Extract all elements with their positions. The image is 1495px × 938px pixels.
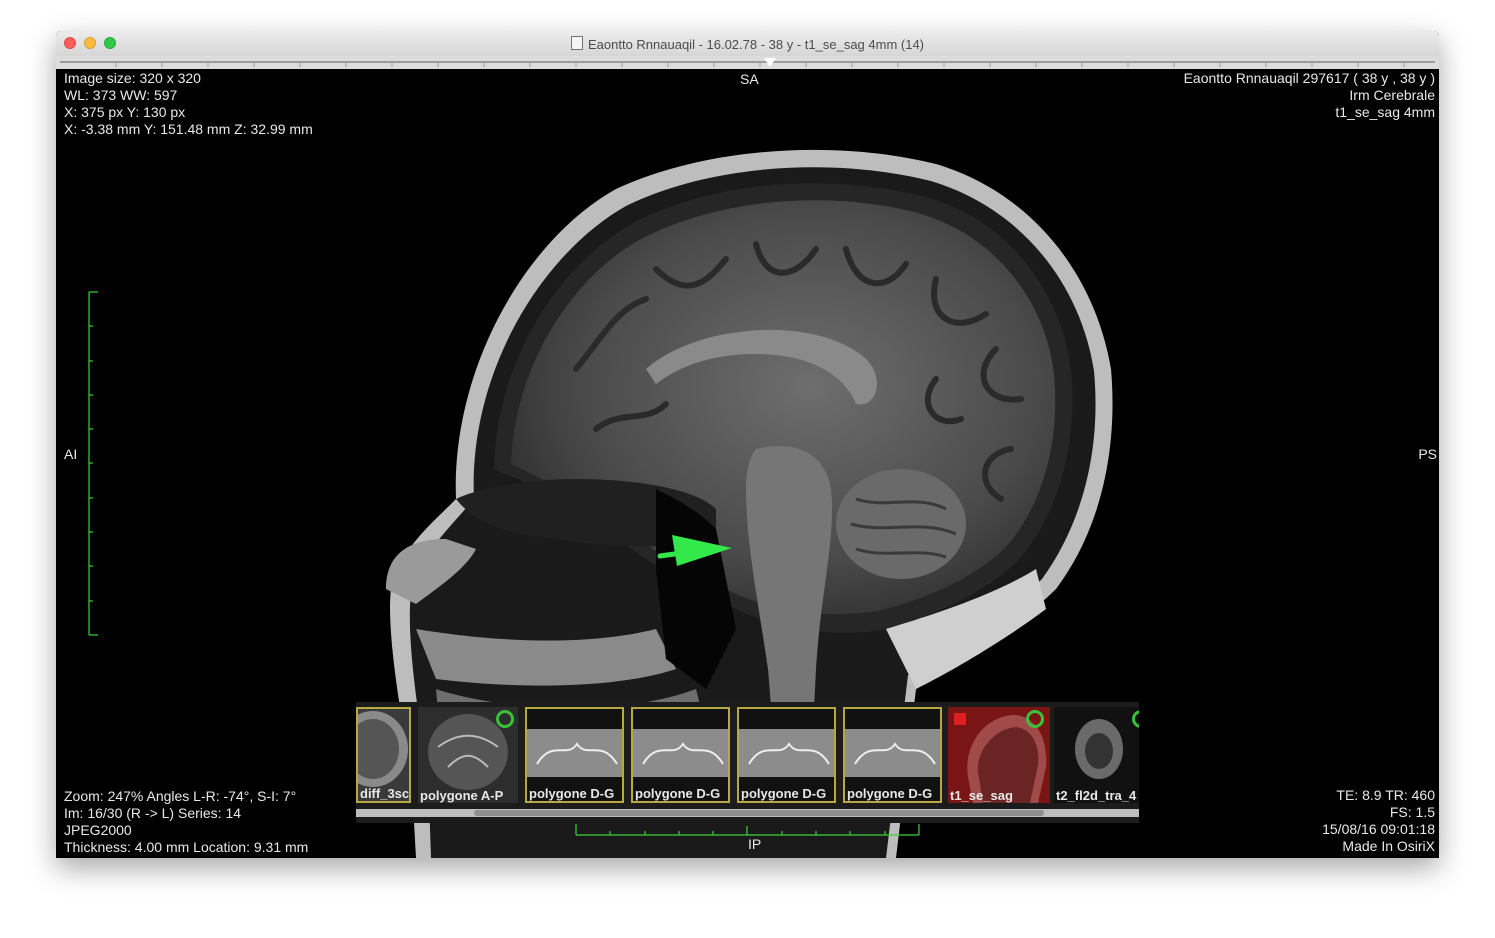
selected-marker-icon — [954, 713, 966, 725]
study-text: Irm Cerebrale — [1349, 87, 1435, 103]
thumbnail-scrollbar-knob[interactable] — [474, 810, 1044, 816]
image-viewport[interactable]: Image size: 320 x 320 WL: 373 WW: 597 X:… — [56, 69, 1439, 858]
thumbnail-label: polygone D-G — [847, 786, 933, 801]
slider-thumb[interactable] — [764, 58, 776, 67]
window-title: Eaontto Rnnauaqil - 16.02.78 - 38 y - t1… — [56, 36, 1439, 52]
overlay-bottom-left: Zoom: 247% Angles L-R: -74°, S-I: 7° Im:… — [64, 788, 308, 856]
overlay-top-right: Eaontto Rnnauaqil 297617 ( 38 y , 38 y )… — [1184, 70, 1435, 121]
pixel-coords-text: X: 375 px Y: 130 px — [64, 104, 186, 120]
title-bar[interactable]: Eaontto Rnnauaqil - 16.02.78 - 38 y - t1… — [56, 31, 1439, 57]
patient-info-text: Eaontto Rnnauaqil 297617 ( 38 y , 38 y ) — [1183, 70, 1435, 86]
made-in-osirix-text: Made In OsiriX — [1342, 838, 1435, 854]
thickness-location-text: Thickness: 4.00 mm Location: 9.31 mm — [64, 839, 309, 855]
thumbnail-t1-se-sag-selected[interactable]: t1_se_sag — [948, 707, 1050, 803]
thumbnail-t2-fl2d-tra[interactable]: t2_fl2d_tra_4 — [1054, 707, 1139, 803]
thumbnail-polygone-d-g-3[interactable]: polygone D-G — [737, 707, 836, 803]
image-slider[interactable] — [56, 56, 1439, 70]
slider-track — [60, 61, 1435, 63]
thumbnail-label: polygone A-P — [420, 788, 504, 803]
window-level-text: WL: 373 WW: 597 — [64, 87, 178, 103]
thumbnail-diff-3sc[interactable]: diff_3sc — [356, 707, 411, 803]
thumbnail-label: t1_se_sag — [950, 788, 1013, 803]
te-tr-text: TE: 8.9 TR: 460 — [1336, 787, 1435, 803]
image-size-text: Image size: 320 x 320 — [64, 70, 201, 86]
image-index-text: Im: 16/30 (R -> L) Series: 14 — [64, 805, 242, 821]
thumbnail-scrollbar[interactable] — [356, 809, 1139, 817]
window-title-text: Eaontto Rnnauaqil - 16.02.78 - 38 y - t1… — [587, 37, 925, 52]
acquisition-date-text: 15/08/16 09:01:18 — [1322, 821, 1435, 837]
vertical-scale-bar — [88, 291, 98, 636]
loaded-indicator-icon — [496, 710, 514, 728]
series-text: t1_se_sag 4mm — [1335, 104, 1435, 120]
loaded-indicator-icon — [1026, 710, 1044, 728]
compression-text: JPEG2000 — [64, 822, 132, 838]
thumbnail-polygone-d-g-4[interactable]: polygone D-G — [843, 707, 942, 803]
orientation-bottom: IP — [748, 836, 762, 852]
zoom-angles-text: Zoom: 247% Angles L-R: -74°, S-I: 7° — [64, 788, 297, 804]
thumbnail-label: diff_3sc — [360, 786, 410, 801]
series-thumbnail-strip[interactable]: diff_3sc polygone A-P polygone D-G polyg… — [356, 702, 1139, 823]
document-icon — [570, 36, 583, 50]
thumbnail-label: t2_fl2d_tra_4 — [1056, 788, 1137, 803]
overlay-bottom-right: TE: 8.9 TR: 460 FS: 1.5 15/08/16 09:01:1… — [1322, 787, 1435, 855]
thumbnail-polygone-d-g-1[interactable]: polygone D-G — [525, 707, 624, 803]
thumbnail-label: polygone D-G — [741, 786, 827, 801]
thumbnail-polygone-d-g-2[interactable]: polygone D-G — [631, 707, 730, 803]
viewer-window: Eaontto Rnnauaqil - 16.02.78 - 38 y - t1… — [56, 31, 1439, 858]
orientation-left: AI — [64, 446, 78, 462]
thumbnail-label: polygone D-G — [529, 786, 615, 801]
thumbnail-polygone-a-p[interactable]: polygone A-P — [418, 707, 518, 803]
mm-coords-text: X: -3.38 mm Y: 151.48 mm Z: 32.99 mm — [64, 121, 313, 137]
orientation-right: PS — [1418, 446, 1437, 462]
overlay-top-left: Image size: 320 x 320 WL: 373 WW: 597 X:… — [64, 70, 313, 138]
field-strength-text: FS: 1.5 — [1389, 804, 1435, 820]
thumbnail-label: polygone D-G — [635, 786, 721, 801]
orientation-top: SA — [740, 71, 759, 87]
